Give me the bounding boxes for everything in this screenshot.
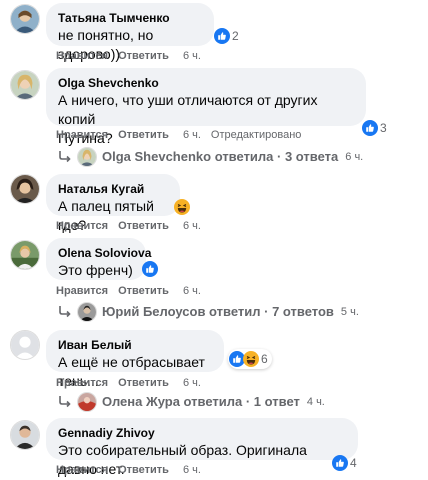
avatar: [77, 392, 97, 412]
comment-bubble: Olga Shevchenko А ничего, что уши отлича…: [46, 68, 366, 146]
reaction-summary[interactable]: 4: [330, 453, 359, 473]
comment-actions: Нравится Ответить 6 ч.: [56, 376, 211, 390]
comment-author[interactable]: Olena Soloviova: [58, 245, 151, 261]
like-icon: [362, 120, 378, 136]
comment-bubble: Gennadiy Zhivoy Это собирательный образ.…: [46, 418, 358, 477]
comment-actions: Нравится Ответить 6 ч. Отредактировано: [56, 128, 301, 142]
comment-actions: Нравится Ответить 6 ч.: [56, 49, 211, 63]
timestamp[interactable]: 6 ч.: [183, 464, 201, 476]
reply-button[interactable]: Ответить: [118, 377, 169, 389]
replies-link[interactable]: Olga Shevchenko ответила · 3 ответа 6 ч.: [58, 147, 363, 167]
like-icon: [332, 455, 348, 471]
timestamp[interactable]: 6 ч.: [183, 50, 201, 62]
reply-button[interactable]: Ответить: [118, 220, 169, 232]
comment-bubble: Наталья Кугай А палец пятый где?: [46, 174, 180, 233]
timestamp: 4 ч.: [306, 396, 325, 408]
reaction-count: 2: [232, 29, 239, 43]
reply-arrow-icon: [58, 305, 72, 319]
timestamp[interactable]: 6 ч.: [183, 285, 201, 297]
like-button[interactable]: Нравится: [56, 377, 108, 389]
avatar: [77, 147, 97, 167]
reaction-summary[interactable]: 6: [228, 349, 272, 369]
comment-bubble: Татьяна Тымченко не понятно, но здорово)…: [46, 3, 214, 62]
timestamp[interactable]: 6 ч.: [183, 377, 201, 389]
replies-summary[interactable]: Олена Жура ответила · 1 ответ: [102, 393, 300, 411]
haha-icon: [243, 351, 259, 367]
comment-bubble: Иван Белый А ещё не отбрасывает тень...: [46, 330, 224, 389]
reaction-summary[interactable]: 2: [212, 26, 241, 46]
reaction-summary[interactable]: 3: [360, 118, 389, 138]
avatar[interactable]: [10, 420, 40, 450]
avatar[interactable]: [10, 174, 40, 204]
reply-button[interactable]: Ответить: [118, 129, 169, 141]
comment-author[interactable]: Olga Shevchenko: [58, 75, 354, 91]
timestamp[interactable]: 6 ч.: [183, 220, 201, 232]
reply-button[interactable]: Ответить: [118, 285, 169, 297]
avatar[interactable]: [10, 240, 40, 270]
reply-button[interactable]: Ответить: [118, 50, 169, 62]
avatar[interactable]: [10, 70, 40, 100]
like-button[interactable]: Нравится: [56, 50, 108, 62]
reply-button[interactable]: Ответить: [118, 464, 169, 476]
comment-author[interactable]: Gennadiy Zhivoy: [58, 425, 346, 441]
edited-label[interactable]: Отредактировано: [211, 129, 302, 141]
comment-bubble: Olena Soloviova Это френч): [46, 238, 151, 280]
reaction-count: 6: [261, 352, 268, 366]
comment-actions: Нравится Ответить 6 ч.: [56, 284, 211, 298]
like-button[interactable]: Нравится: [56, 464, 108, 476]
reaction-summary[interactable]: [140, 259, 160, 279]
replies-summary[interactable]: Olga Shevchenko ответила · 3 ответа: [102, 148, 338, 166]
timestamp[interactable]: 6 ч.: [183, 129, 201, 141]
reply-arrow-icon: [58, 395, 72, 409]
like-button[interactable]: Нравится: [56, 285, 108, 297]
like-button[interactable]: Нравится: [56, 220, 108, 232]
avatar[interactable]: [10, 4, 40, 34]
timestamp: 6 ч.: [345, 151, 364, 163]
reply-arrow-icon: [58, 150, 72, 164]
timestamp: 5 ч.: [340, 306, 359, 318]
comment-text: Это френч): [58, 262, 133, 278]
like-button[interactable]: Нравится: [56, 129, 108, 141]
reaction-count: 4: [350, 456, 357, 470]
avatar: [77, 302, 97, 322]
reaction-count: 3: [380, 121, 387, 135]
comment-actions: Нравится Ответить 6 ч.: [56, 219, 211, 233]
replies-link[interactable]: Юрий Белоусов ответил · 7 ответов 5 ч.: [58, 302, 359, 322]
comment-text-line: А ничего, что уши отличаются от других к…: [58, 92, 318, 127]
comment-author[interactable]: Татьяна Тымченко: [58, 10, 202, 26]
haha-icon: [174, 199, 190, 215]
like-icon: [142, 261, 158, 277]
like-icon: [214, 28, 230, 44]
replies-summary[interactable]: Юрий Белоусов ответил · 7 ответов: [102, 303, 334, 321]
comment-author[interactable]: Наталья Кугай: [58, 181, 168, 197]
reaction-summary[interactable]: [172, 197, 192, 217]
avatar[interactable]: [10, 330, 40, 360]
comment-author[interactable]: Иван Белый: [58, 337, 212, 353]
replies-link[interactable]: Олена Жура ответила · 1 ответ 4 ч.: [58, 392, 325, 412]
comment-actions: Нравится Ответить 6 ч.: [56, 463, 211, 477]
